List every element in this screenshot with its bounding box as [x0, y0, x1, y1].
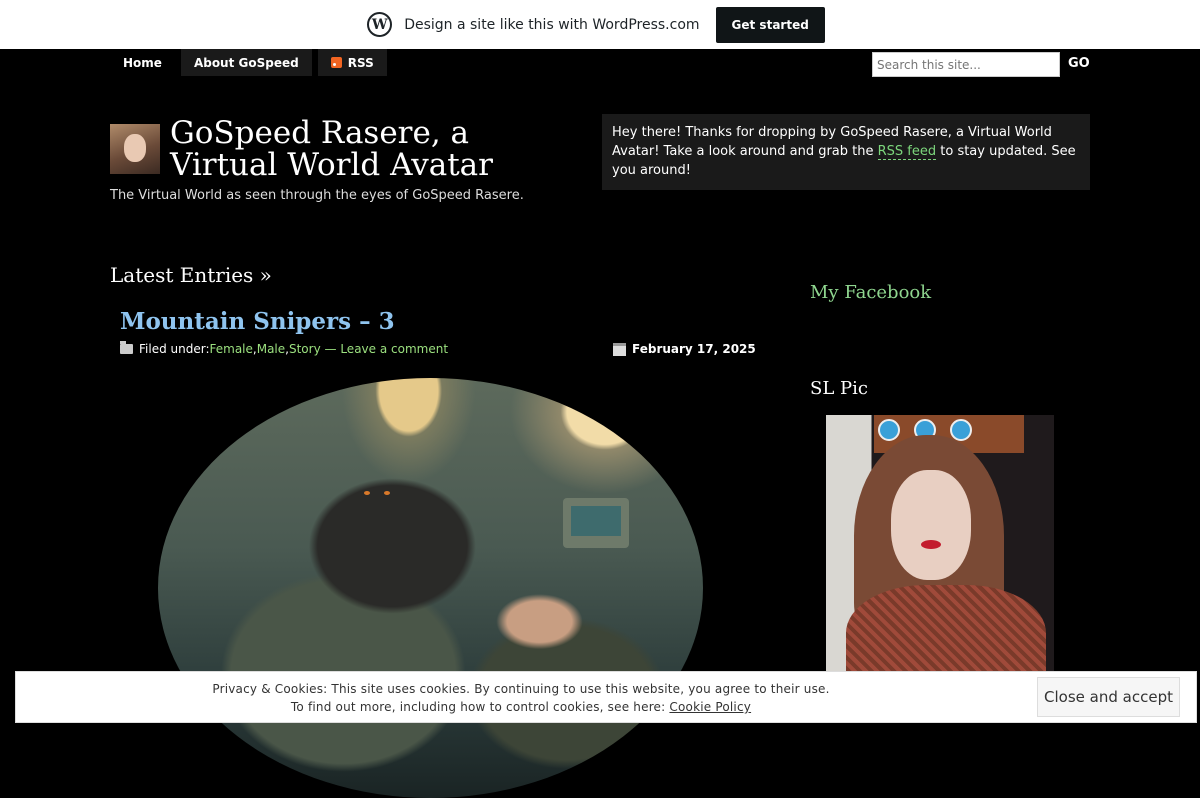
rss-icon [330, 57, 342, 68]
avatar [110, 124, 160, 174]
cookie-policy-link[interactable]: Cookie Policy [669, 700, 751, 714]
category-link-female[interactable]: Female [210, 342, 253, 356]
welcome-box: Hey there! Thanks for dropping by GoSpee… [602, 114, 1090, 190]
site-title[interactable]: GoSpeed Rasere, a Virtual World Avatar [170, 117, 570, 181]
cookie-line-2: To find out more, including how to contr… [290, 700, 670, 714]
cookie-consent-bar: Privacy & Cookies: This site uses cookie… [15, 671, 1197, 723]
nav-item-label: Home [123, 55, 162, 70]
monitor-shape [563, 498, 629, 548]
nav-item-about[interactable]: About GoSpeed [180, 49, 312, 76]
nav-item-label: RSS [347, 55, 374, 70]
leave-comment-link[interactable]: — Leave a comment [325, 342, 449, 356]
nav-item-home[interactable]: Home [110, 49, 175, 76]
site-tagline: The Virtual World as seen through the ey… [110, 188, 524, 203]
latest-entries-heading: Latest Entries » [110, 263, 272, 287]
facebook-widget-title[interactable]: My Facebook [810, 282, 931, 303]
post-date-text: February 17, 2025 [632, 342, 756, 356]
post-date: February 17, 2025 [613, 342, 756, 356]
search-input[interactable] [872, 52, 1060, 77]
calendar-icon [613, 342, 626, 356]
main-nav: Home About GoSpeed RSS [110, 49, 387, 76]
wordpress-banner: W Design a site like this with WordPress… [0, 0, 1200, 49]
category-link-male[interactable]: Male [257, 342, 285, 356]
close-and-accept-button[interactable]: Close and accept [1037, 677, 1180, 717]
sl-pic-image[interactable] [826, 415, 1054, 675]
get-started-button[interactable]: Get started [715, 6, 825, 43]
wordpress-logo-icon[interactable]: W [367, 12, 393, 37]
wp-banner-text[interactable]: Design a site like this with WordPress.c… [404, 17, 699, 33]
post-featured-image[interactable] [158, 378, 703, 798]
cookie-message: Privacy & Cookies: This site uses cookie… [16, 680, 1026, 716]
rss-feed-link[interactable]: RSS feed [877, 144, 937, 160]
folder-icon [120, 341, 133, 354]
post-title[interactable]: Mountain Snipers – 3 [120, 308, 395, 335]
nav-item-label: About GoSpeed [193, 55, 299, 70]
cookie-line-1: Privacy & Cookies: This site uses cookie… [212, 682, 830, 696]
eye-shape [364, 491, 370, 495]
nav-item-rss[interactable]: RSS [317, 49, 387, 76]
category-link-story[interactable]: Story [289, 342, 321, 356]
filed-under-label: Filed under: [139, 342, 210, 356]
sl-pic-widget-title: SL Pic [810, 378, 868, 399]
search-go-button[interactable]: GO [1068, 56, 1090, 71]
post-meta: Filed under: Female, Male, Story — Leave… [120, 341, 449, 356]
eye-shape [384, 491, 390, 495]
